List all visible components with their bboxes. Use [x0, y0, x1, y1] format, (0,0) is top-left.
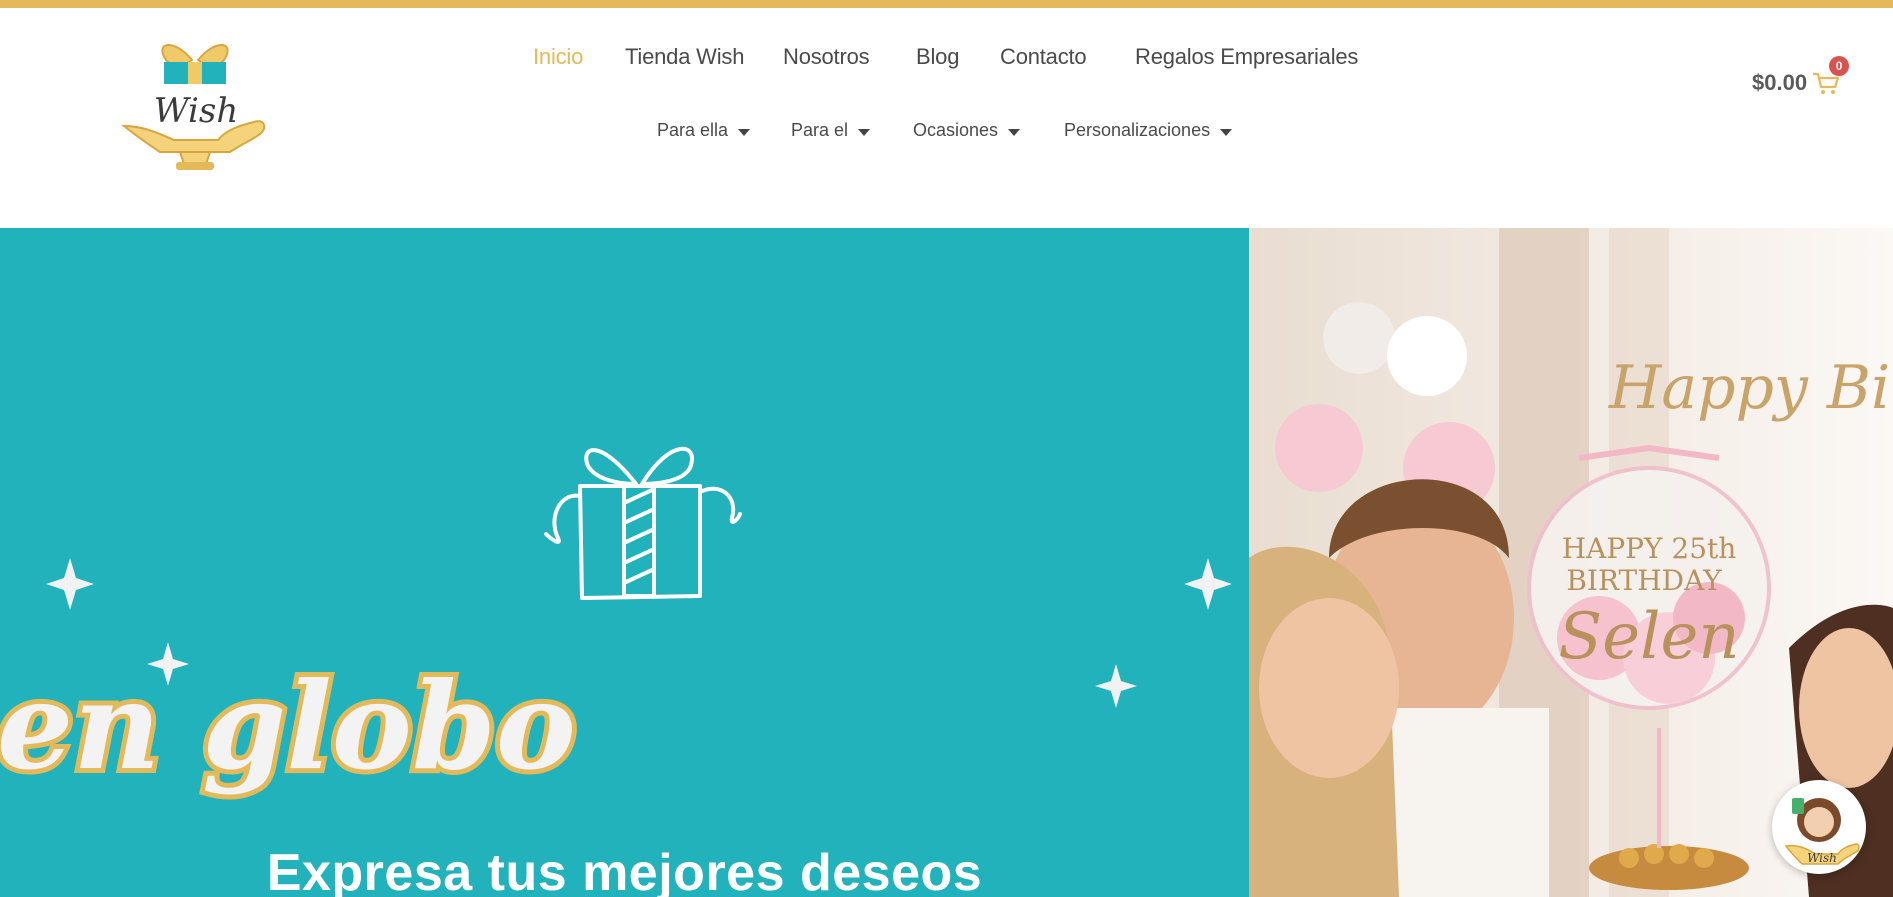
chat-widget-button[interactable]: Wish — [1772, 780, 1866, 874]
hero-banner[interactable]: Regalos en globo Expresa tus mejores des… — [0, 228, 1893, 897]
shopping-cart-icon: 0 — [1811, 56, 1850, 98]
dropdown-label: Para ella — [657, 120, 729, 140]
caret-down-icon — [1008, 128, 1021, 136]
main-navigation: Inicio Tienda Wish Nosotros Blog Contact… — [0, 44, 1893, 84]
chat-logo-text: Wish — [1807, 851, 1837, 865]
hero-illustration: Regalos en globo — [0, 446, 1232, 802]
hero-text-panel: Regalos en globo Expresa tus mejores des… — [0, 228, 1249, 897]
balloon-name: Selen — [1558, 600, 1739, 674]
gift-outline-icon — [544, 446, 742, 600]
dropdown-personalizaciones[interactable]: Personalizaciones — [1064, 120, 1233, 141]
top-accent-bar — [0, 0, 1893, 8]
nav-link-nosotros[interactable]: Nosotros — [783, 44, 870, 70]
balloon-line-1: HAPPY 25th — [1562, 532, 1737, 565]
dropdown-para-el[interactable]: Para el — [791, 120, 871, 141]
cart-total: $0.00 — [1752, 70, 1808, 95]
nav-link-contacto[interactable]: Contacto — [1000, 44, 1087, 70]
cart-count-badge: 0 — [1829, 56, 1850, 76]
dropdown-label: Para el — [791, 120, 849, 140]
caret-down-icon — [1220, 128, 1233, 136]
nav-link-inicio[interactable]: Inicio — [533, 44, 583, 70]
category-navigation: Para ella Para el Ocasiones Personalizac… — [0, 120, 1893, 160]
caret-down-icon — [738, 128, 751, 136]
dropdown-para-ella[interactable]: Para ella — [657, 120, 751, 141]
nav-link-regalos-empresariales[interactable]: Regalos Empresariales — [1135, 44, 1358, 70]
balloon-line-2: BIRTHDAY — [1566, 564, 1722, 597]
dropdown-label: Personalizaciones — [1064, 120, 1211, 140]
hero-headline: Regalos en globo — [0, 656, 576, 797]
site-header: Wish Inicio Tienda Wish Nosotros Blog Co… — [0, 8, 1893, 228]
nav-link-blog[interactable]: Blog — [916, 44, 959, 70]
dropdown-ocasiones[interactable]: Ocasiones — [913, 120, 1021, 141]
cart-button[interactable]: $0.00 0 — [1752, 56, 1850, 103]
banner-text: Happy Birthday — [1608, 353, 1893, 423]
nav-link-tienda-wish[interactable]: Tienda Wish — [625, 44, 744, 70]
hero-subtitle: Expresa tus mejores deseos — [266, 844, 983, 897]
dropdown-label: Ocasiones — [913, 120, 999, 140]
chat-avatar-icon: Wish — [1784, 798, 1860, 865]
caret-down-icon — [858, 128, 871, 136]
